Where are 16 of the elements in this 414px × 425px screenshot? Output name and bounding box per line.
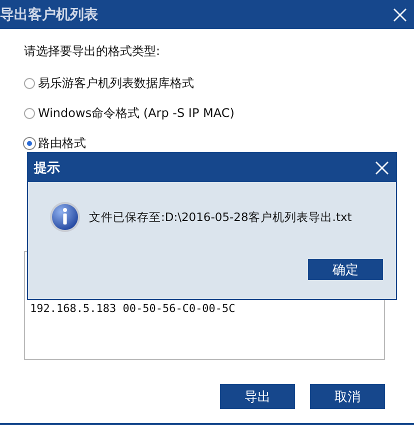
radio-label[interactable]: 路由格式	[38, 134, 86, 152]
dialog-button[interactable]: 导出	[220, 384, 295, 409]
radio-button[interactable]	[24, 78, 35, 88]
radio-label[interactable]: 易乐游客户机列表数据库格式	[38, 74, 194, 92]
ok-button[interactable]: 确定	[308, 259, 383, 280]
dialog-button[interactable]: 取消	[310, 384, 385, 409]
info-icon	[49, 201, 81, 233]
prompt-text: 请选择要导出的格式类型:	[24, 43, 162, 60]
message-text: 文件已保存至:D:\2016-05-28客户机列表导出.txt	[89, 210, 352, 224]
radio-label[interactable]: Windows命令格式 (Arp -S IP MAC)	[38, 104, 234, 122]
close-icon[interactable]	[374, 160, 390, 176]
radio-button[interactable]	[24, 108, 35, 118]
text-line: 192.168.5.183 00-50-56-C0-00-5C	[30, 302, 236, 315]
close-icon[interactable]	[392, 6, 408, 22]
dialog-title: 提示	[34, 160, 60, 176]
window-title: 导出客户机列表	[0, 6, 98, 24]
